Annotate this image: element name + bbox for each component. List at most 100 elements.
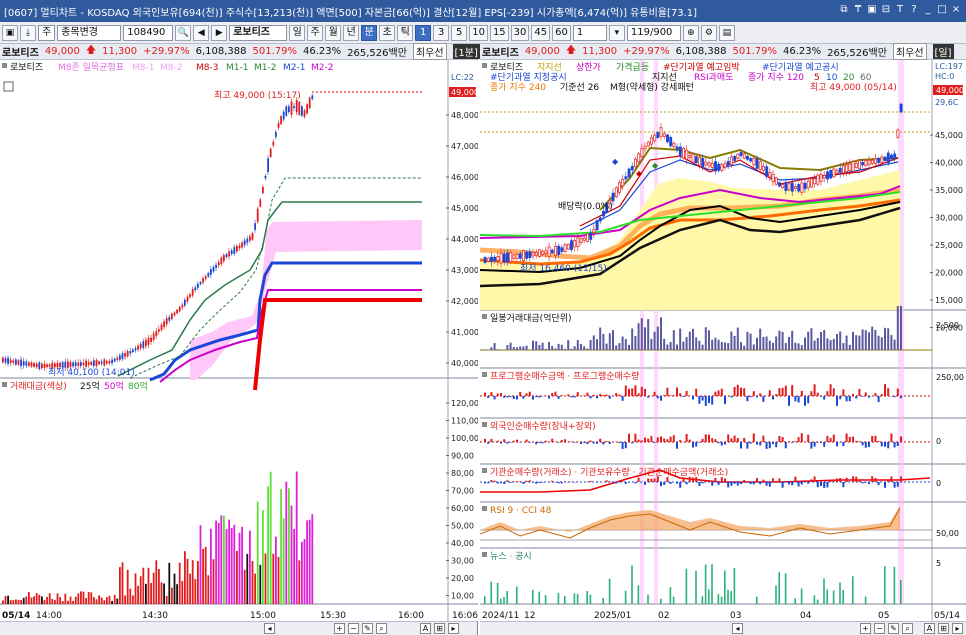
zoom-out-icon[interactable]: − [874, 623, 885, 634]
news-bar [576, 593, 579, 604]
institution-bar [820, 482, 822, 486]
settings-icon[interactable]: ⚙ [700, 24, 717, 41]
daily-candle [602, 210, 605, 217]
zoom-in-icon[interactable]: + [334, 623, 345, 634]
foreign-bar [884, 442, 886, 447]
daily-candle [765, 166, 769, 177]
magnifier-icon[interactable]: ⌕ [902, 623, 913, 634]
interval-15-button[interactable]: 15 [489, 24, 509, 41]
period-minute-button[interactable]: 분 [361, 24, 378, 41]
help-icon[interactable]: ? [908, 3, 920, 17]
draw-tool-icon[interactable]: ✎ [888, 623, 899, 634]
program-bar [644, 388, 646, 396]
news-bar [784, 573, 787, 604]
layout-icon[interactable]: ⧉ [838, 3, 850, 17]
interval-30-button[interactable]: 30 [510, 24, 530, 41]
interval-1-button[interactable]: 1 [415, 24, 432, 41]
institution-bar [624, 482, 627, 484]
stock-change-select[interactable]: 종목변경 [57, 24, 122, 41]
daily-candle [656, 131, 660, 139]
market-select[interactable]: 주 [38, 24, 56, 41]
fit-icon[interactable]: ⊞ [434, 623, 445, 634]
minute-chart[interactable]: 로보티즈 M8존 일목균형표 M8-1 M8-2 M8-3 M1-1 M1-2 … [0, 60, 478, 621]
font-size-icon[interactable]: T [894, 3, 906, 17]
grid-toggle-icon[interactable] [3, 81, 14, 92]
interval-3-button[interactable]: 3 [433, 24, 450, 41]
amount-bar [804, 337, 806, 350]
link-icon[interactable]: ▣ [866, 3, 878, 17]
zoom-out-icon[interactable]: − [348, 623, 359, 634]
save-icon[interactable]: ▤ [718, 24, 735, 41]
draw-tool-icon[interactable]: ✎ [362, 623, 373, 634]
volume-bar [303, 539, 306, 604]
search-icon[interactable]: 🔍 [175, 24, 192, 41]
bar-count-field[interactable]: 119/900 [626, 24, 681, 41]
period-tick-button[interactable]: 틱 [397, 24, 414, 41]
fit-icon[interactable]: ⊞ [938, 623, 949, 634]
minute-chart-scroll[interactable]: ◂ + − ✎ ⌕ A ⊞ ▸ [0, 621, 477, 635]
period-day-button[interactable]: 일 [289, 24, 306, 41]
period-year-button[interactable]: 년 [343, 24, 360, 41]
scroll-right-icon[interactable]: ▸ [448, 623, 459, 634]
interval-45-button[interactable]: 45 [531, 24, 551, 41]
period-second-button[interactable]: 초 [379, 24, 396, 41]
priority-button[interactable]: 최우선 [892, 43, 927, 60]
daily-chart[interactable]: 로보티즈 지지선 상한가 가격급등 #단기과열 예고임박 #단기과열 예고공시 … [480, 60, 966, 621]
zoom-reset-icon[interactable]: A [420, 623, 431, 634]
pin-icon[interactable]: ₸ [852, 3, 864, 17]
interval-60-button[interactable]: 60 [552, 24, 571, 41]
institution-bar [560, 482, 563, 484]
zoom-icon[interactable]: ⊕ [682, 24, 699, 41]
foreign-bar [484, 438, 486, 442]
institution-bar [525, 480, 528, 482]
legend-ma20: 20 [843, 73, 855, 83]
amount-bar [893, 339, 896, 350]
period-week-button[interactable]: 주 [307, 24, 324, 41]
priority-button[interactable]: 최우선 [412, 43, 447, 60]
foreign-bar [631, 442, 634, 444]
volume-label: 90,00 [451, 452, 474, 461]
interval-10-button[interactable]: 10 [469, 24, 488, 41]
news-bar [864, 596, 867, 604]
period-month-button[interactable]: 월 [325, 24, 342, 41]
zoom-reset-icon[interactable]: A [924, 623, 935, 634]
magnifier-icon[interactable]: ⌕ [376, 623, 387, 634]
period-label[interactable]: [1분] [452, 44, 480, 59]
daily-candle [509, 252, 513, 263]
close-button[interactable]: × [950, 3, 962, 17]
interval-5-button[interactable]: 5 [451, 24, 468, 41]
daily-chart-scroll[interactable]: ◂ + − ✎ ⌕ A ⊞ ▸ [480, 621, 966, 635]
download-icon[interactable]: ⤓ [20, 24, 36, 41]
chevron-down-icon[interactable]: ▾ [608, 24, 625, 41]
zoom-in-icon[interactable]: + [860, 623, 871, 634]
foreign-bar [839, 442, 842, 443]
scroll-left-icon[interactable]: ◂ [732, 623, 743, 634]
scroll-left-icon[interactable]: ◂ [264, 623, 275, 634]
daily-candle [874, 158, 877, 164]
scroll-right-icon[interactable]: ▸ [952, 623, 963, 634]
collapse-icon[interactable]: ⊟ [880, 3, 892, 17]
volume-bar [72, 600, 74, 604]
minute-candle [238, 245, 241, 249]
amount-bar [682, 341, 685, 350]
amount-bar [567, 340, 570, 350]
institution-bar [650, 478, 653, 482]
window-menu-icon[interactable]: ▣ [2, 24, 18, 41]
foreign-bar [727, 434, 730, 442]
institution-bar [669, 482, 672, 484]
minute-candle [303, 110, 306, 117]
minimize-button[interactable]: _ [922, 3, 934, 17]
daily-candle [848, 163, 852, 171]
maximize-button[interactable]: □ [936, 3, 948, 17]
volume-ratio: 501.79% [732, 46, 778, 57]
interval-count-select[interactable]: 1 [572, 24, 607, 41]
arrow-left-icon[interactable]: ◀ [193, 24, 210, 41]
stock-name-field[interactable]: 로보티즈 [229, 24, 288, 41]
stock-code-input[interactable]: 108490 [123, 24, 174, 41]
arrow-right-icon[interactable]: ▶ [211, 24, 228, 41]
news-bar [775, 585, 777, 604]
period-label[interactable]: [일] [932, 44, 954, 59]
institution-bar [861, 482, 864, 484]
foreign-bar [624, 442, 627, 449]
volume-bar [272, 553, 275, 604]
